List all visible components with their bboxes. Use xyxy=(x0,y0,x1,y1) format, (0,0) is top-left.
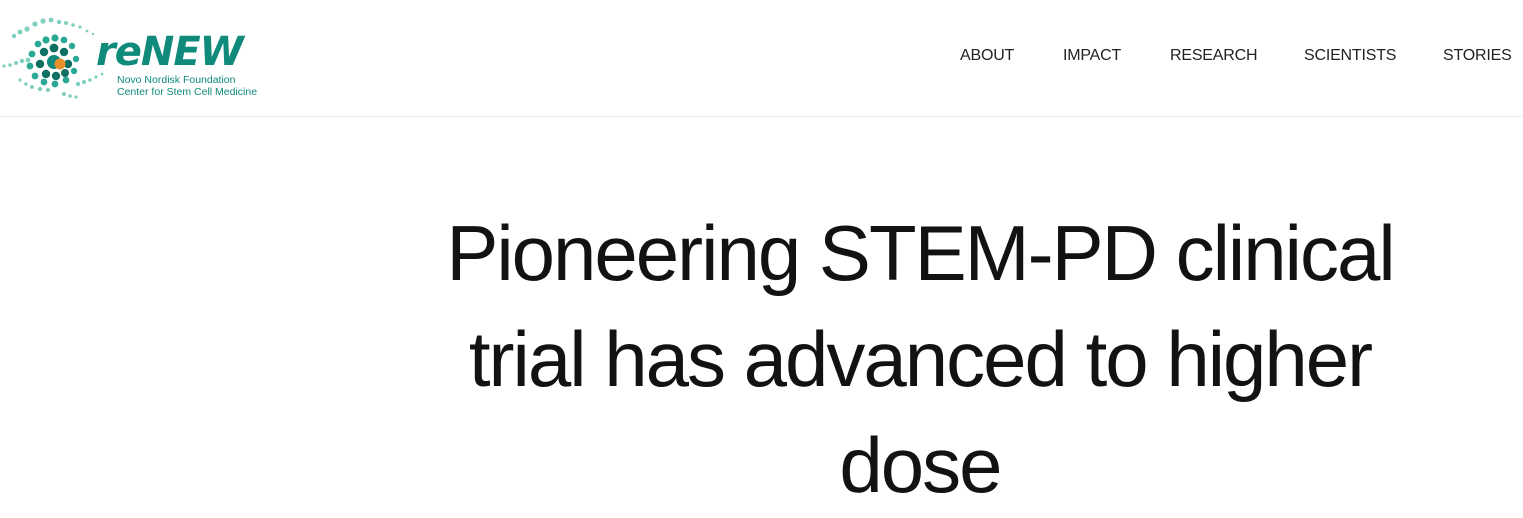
nav-item-about[interactable]: ABOUT xyxy=(960,46,1014,66)
nav-item-stories[interactable]: STORIES xyxy=(1443,46,1512,66)
logo-wordmark: reNEW xyxy=(96,29,244,75)
article-title-line2: trial has advanced to higher xyxy=(468,315,1373,403)
nav-item-scientists[interactable]: SCIENTISTS xyxy=(1304,46,1396,66)
site-header: reNEW Novo Nordisk Foundation Center for… xyxy=(0,0,1523,117)
article-title-line1: Pioneering STEM-PD clinical xyxy=(446,209,1395,297)
logo-subtitle-line1: Novo Nordisk Foundation xyxy=(117,74,236,86)
article-title-line3: dose xyxy=(839,421,1002,509)
article-title: Pioneering STEM-PD clinical trial has ad… xyxy=(420,200,1420,518)
renew-logo[interactable]: reNEW Novo Nordisk Foundation Center for… xyxy=(0,14,260,104)
nav-item-research[interactable]: RESEARCH xyxy=(1170,46,1258,66)
logo-subtitle-line2: Center for Stem Cell Medicine xyxy=(117,86,258,98)
nav-item-impact[interactable]: IMPACT xyxy=(1063,46,1121,66)
